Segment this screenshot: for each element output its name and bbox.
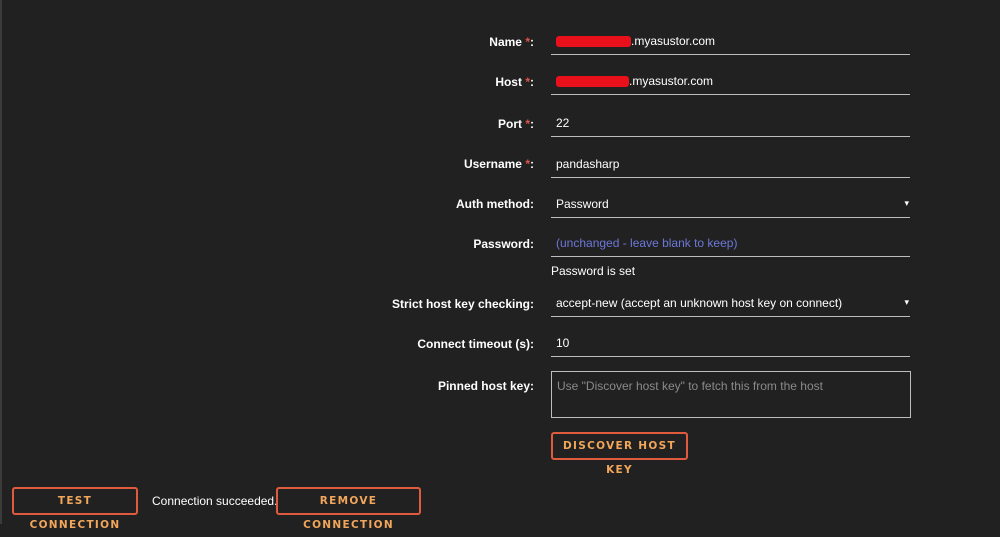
port-label: Port *: [497, 117, 534, 131]
name-value: .myasustor.com [556, 34, 715, 48]
password-status-hint: Password is set [551, 264, 636, 278]
auth-method-select[interactable]: Password ▾ [551, 191, 910, 218]
host-label: Host *: [495, 75, 534, 89]
discover-host-key-button[interactable]: DISCOVER HOST KEY [551, 432, 688, 476]
strict-host-key-label: Strict host key checking: [391, 297, 534, 311]
chevron-down-icon: ▾ [904, 198, 909, 208]
test-connection-button[interactable]: TEST CONNECTION [12, 487, 138, 531]
host-input[interactable]: .myasustor.com [551, 68, 910, 95]
pinned-host-key-textarea[interactable]: Use "Discover host key" to fetch this fr… [551, 371, 911, 418]
name-input[interactable]: .myasustor.com [551, 28, 910, 55]
password-label: Password: [473, 237, 534, 251]
chevron-down-icon: ▾ [904, 297, 909, 307]
strict-host-key-value: accept-new (accept an unknown host key o… [556, 296, 843, 310]
pinned-host-key-placeholder: Use "Discover host key" to fetch this fr… [557, 379, 823, 393]
auth-method-label: Auth method: [456, 197, 534, 211]
password-placeholder: (unchanged - leave blank to keep) [556, 236, 738, 250]
password-input[interactable]: (unchanged - leave blank to keep) [551, 230, 910, 257]
redaction-mark [556, 36, 631, 48]
auth-method-value: Password [556, 197, 609, 211]
connection-status-text: Connection succeeded. [152, 494, 278, 508]
port-value: 22 [556, 116, 570, 130]
connect-timeout-value: 10 [556, 336, 570, 350]
pinned-host-key-label: Pinned host key: [437, 379, 534, 393]
port-input[interactable]: 22 [551, 110, 910, 137]
username-input[interactable]: pandasharp [551, 151, 910, 178]
connect-timeout-input[interactable]: 10 [551, 330, 910, 357]
username-label: Username *: [463, 157, 534, 171]
connect-timeout-label: Connect timeout (s): [417, 337, 534, 351]
left-border [0, 0, 2, 524]
strict-host-key-select[interactable]: accept-new (accept an unknown host key o… [551, 290, 910, 317]
redaction-mark [556, 76, 629, 88]
name-label: Name *: [489, 35, 534, 49]
host-value: .myasustor.com [556, 74, 713, 88]
remove-connection-button[interactable]: REMOVE CONNECTION [276, 487, 421, 531]
username-value: pandasharp [556, 157, 620, 171]
